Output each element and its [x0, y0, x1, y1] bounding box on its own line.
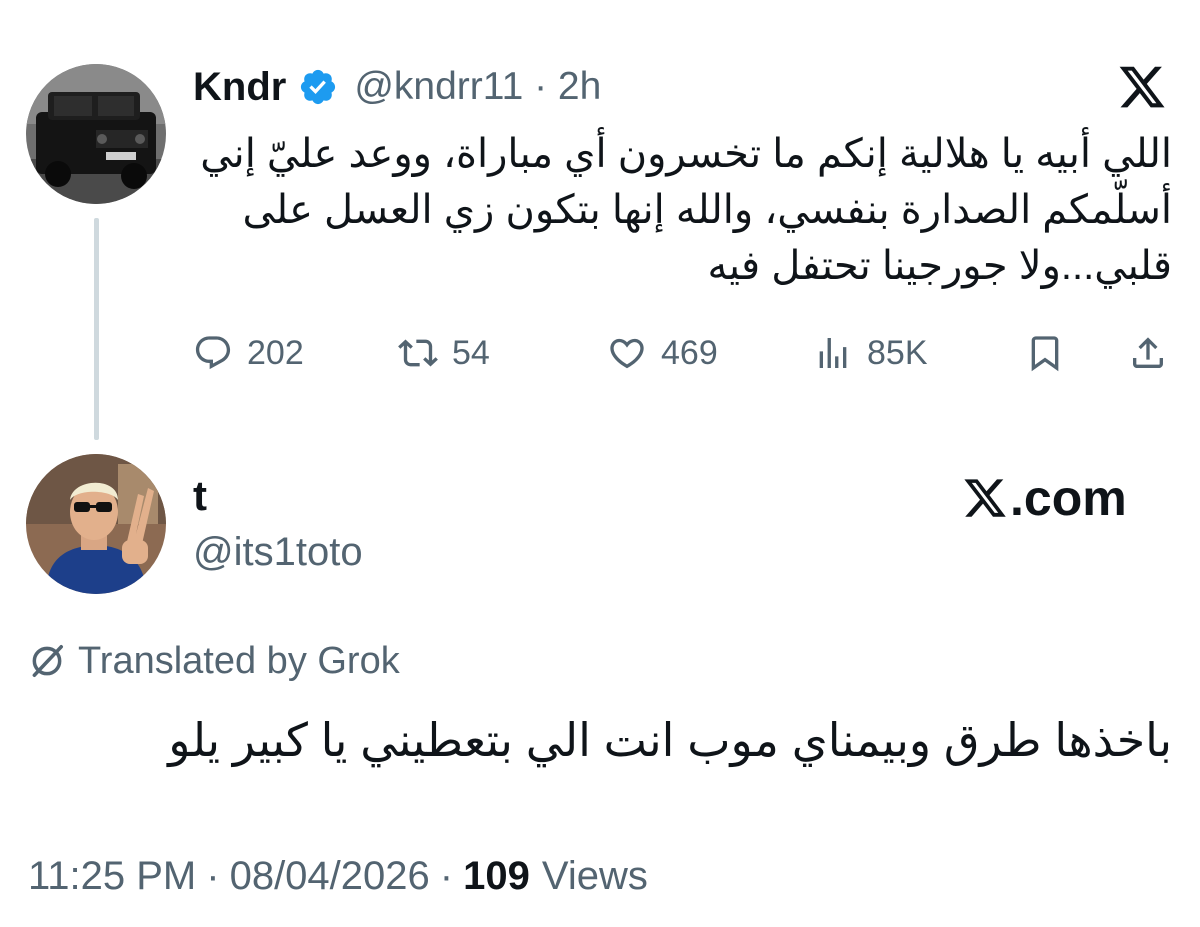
reply-author-name[interactable]: t: [193, 472, 207, 520]
translated-by-grok-label[interactable]: Translated by Grok: [28, 636, 400, 686]
x-logo-icon: [964, 479, 1006, 517]
share-button[interactable]: [1128, 330, 1168, 376]
tweet-views-label: Views: [541, 853, 648, 898]
x-logo-icon[interactable]: [1116, 62, 1168, 112]
quoted-tweet-header: Kndr @kndrr11 · 2h: [193, 62, 601, 112]
reply-button[interactable]: 202: [193, 330, 304, 376]
verified-badge-icon: [301, 69, 336, 105]
bookmark-button[interactable]: [1025, 330, 1065, 376]
repost-icon: [398, 339, 438, 367]
views-button[interactable]: 85K: [813, 330, 928, 376]
repost-count: 54: [452, 333, 490, 372]
reply-icon: [195, 336, 231, 370]
share-icon: [1133, 337, 1163, 368]
tweet-action-bar: 202 54 469 85K: [193, 330, 1173, 376]
tweet-time[interactable]: 11:25 PM: [28, 854, 196, 899]
reply-tweet-text: باخذها طرق وبيمناي موب انت الي بتعطيني ي…: [168, 714, 1172, 766]
author-handle[interactable]: @kndrr11 · 2h: [354, 65, 601, 109]
x-com-watermark: .com: [962, 470, 1127, 526]
author-name[interactable]: Kndr: [193, 65, 286, 110]
tweet-views-count: 109: [463, 853, 530, 898]
like-button[interactable]: 469: [607, 330, 718, 376]
black-suv-avatar-icon: [26, 64, 166, 204]
like-count: 469: [661, 333, 718, 372]
separator-dot: ·: [439, 853, 454, 898]
reply-author-handle[interactable]: @its1toto: [193, 530, 363, 575]
tweet-date[interactable]: 08/04/2026: [230, 854, 430, 899]
thread-connector-line: [94, 218, 99, 440]
grok-icon: [32, 645, 63, 677]
translated-label-text: Translated by Grok: [78, 639, 400, 682]
watermark-domain: .com: [1010, 470, 1127, 526]
person-sunglasses-avatar-icon: [26, 454, 166, 594]
heart-icon: [610, 338, 644, 369]
avatar[interactable]: [26, 64, 166, 204]
reply-count: 202: [247, 333, 304, 372]
views-chart-icon: [819, 338, 847, 368]
separator-dot: ·: [206, 853, 220, 898]
repost-button[interactable]: 54: [398, 330, 490, 376]
quoted-tweet-text: اللي أبيه يا هلالية إنكم ما تخسرون أي مب…: [200, 132, 1172, 288]
views-count: 85K: [867, 333, 928, 372]
bookmark-icon: [1031, 336, 1059, 372]
tweet-metadata: 11:25 PM · 08/04/2026 · 109 Views: [28, 848, 648, 904]
avatar[interactable]: [26, 454, 166, 594]
